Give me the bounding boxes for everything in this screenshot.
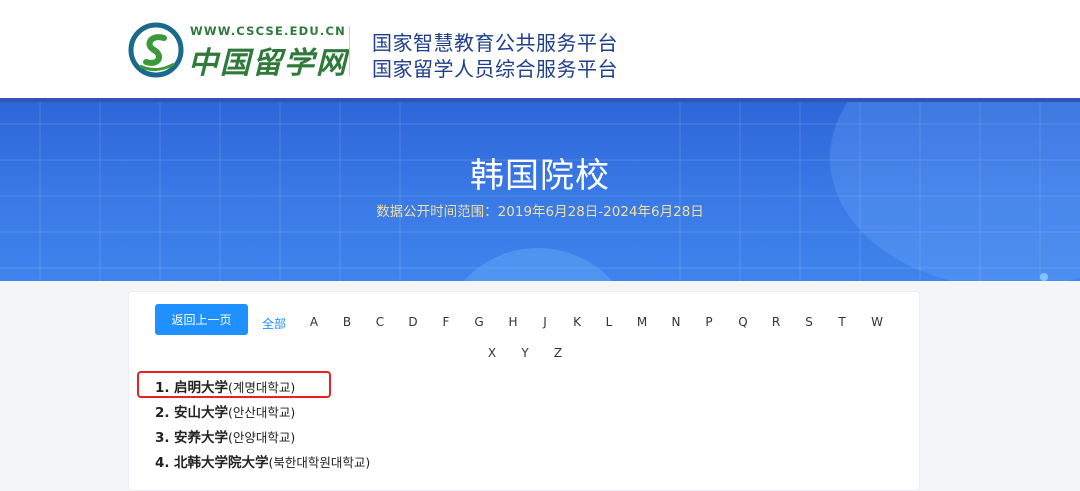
- page-title: 韩国院校: [470, 156, 610, 196]
- university-number: 4.: [155, 455, 170, 471]
- university-number: 3.: [155, 430, 170, 446]
- filter-letter-h[interactable]: H: [508, 315, 517, 329]
- university-name: 安养大学: [174, 430, 228, 446]
- filter-letter-q[interactable]: Q: [738, 315, 747, 329]
- page-banner: 韩国院校 数据公开时间范围：2019年6月28日-2024年6月28日: [0, 98, 1080, 281]
- filter-letter-l[interactable]: L: [606, 315, 613, 329]
- filter-letter-b[interactable]: B: [343, 315, 351, 329]
- filter-letter-w[interactable]: W: [871, 315, 883, 329]
- filter-letter-x[interactable]: X: [488, 346, 496, 360]
- university-item[interactable]: 1. 启明大学(계명대학교): [155, 376, 295, 396]
- filter-letter-y[interactable]: Y: [521, 346, 528, 360]
- cscse-logo-icon[interactable]: [128, 22, 184, 78]
- header-divider: [349, 26, 350, 76]
- university-number: 1.: [155, 380, 170, 396]
- filter-letter-s[interactable]: S: [805, 315, 813, 329]
- filter-letter-p[interactable]: P: [705, 315, 712, 329]
- university-korean-name: (안산대학교): [228, 405, 296, 420]
- filter-letter-c[interactable]: C: [376, 315, 384, 329]
- university-item[interactable]: 4. 北韩大学院大学(북한대학원대학교): [155, 451, 370, 471]
- filter-letter-d[interactable]: D: [408, 315, 417, 329]
- banner-top-border: [0, 98, 1080, 102]
- filter-letter-m[interactable]: M: [637, 315, 647, 329]
- filter-all[interactable]: 全部: [262, 315, 286, 332]
- filter-letter-a[interactable]: A: [310, 315, 318, 329]
- filter-letter-f[interactable]: F: [443, 315, 450, 329]
- filter-letter-n[interactable]: N: [672, 315, 681, 329]
- university-name: 安山大学: [174, 405, 228, 421]
- logo-url: WWW.CSCSE.EDU.CN: [190, 24, 346, 38]
- university-list-card: 返回上一页 全部 A B C D F G H J K L M N P Q R S…: [128, 291, 920, 491]
- filter-letter-z[interactable]: Z: [554, 346, 562, 360]
- filter-letter-t[interactable]: T: [838, 315, 845, 329]
- university-name: 北韩大学院大学: [174, 455, 269, 471]
- back-button[interactable]: 返回上一页: [155, 304, 248, 335]
- filter-letter-j[interactable]: J: [543, 315, 547, 329]
- university-item[interactable]: 2. 安山大学(안산대학교): [155, 401, 295, 421]
- filter-letter-k[interactable]: K: [573, 315, 581, 329]
- university-korean-name: (계명대학교): [228, 380, 296, 395]
- data-range-subtitle: 数据公开时间范围：2019年6月28日-2024年6月28日: [376, 204, 704, 220]
- university-name: 启明大学: [174, 380, 228, 396]
- university-korean-name: (안양대학교): [228, 430, 296, 445]
- logo-name[interactable]: 中国留学网: [188, 38, 348, 82]
- site-header: WWW.CSCSE.EDU.CN 中国留学网 国家智慧教育公共服务平台 国家留学…: [0, 0, 1080, 98]
- filter-letter-g[interactable]: G: [474, 315, 483, 329]
- university-item[interactable]: 3. 安养大学(안양대학교): [155, 426, 295, 446]
- banner-decoration-dot: [1040, 273, 1048, 281]
- platform-name-1: 国家智慧教育公共服务平台: [372, 31, 618, 55]
- platform-name-2: 国家留学人员综合服务平台: [372, 57, 618, 81]
- filter-letter-r[interactable]: R: [772, 315, 780, 329]
- university-number: 2.: [155, 405, 170, 421]
- university-korean-name: (북한대학원대학교): [268, 455, 371, 470]
